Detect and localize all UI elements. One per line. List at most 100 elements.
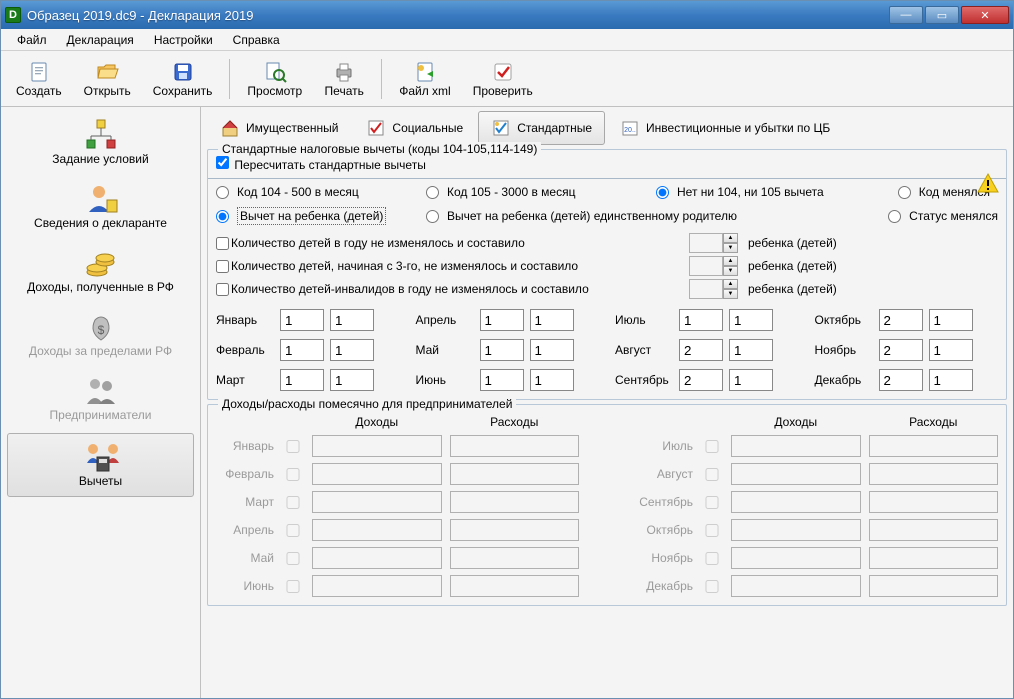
p-dec-expense[interactable]	[869, 575, 999, 597]
toolbar-check[interactable]: Проверить	[462, 57, 544, 101]
mar-v1[interactable]	[280, 369, 324, 391]
count3-checkbox[interactable]	[216, 283, 229, 296]
tab-property[interactable]: Имущественный	[207, 111, 351, 145]
p-jun-check[interactable]	[284, 580, 302, 593]
menu-file[interactable]: Файл	[7, 30, 57, 50]
count2-checkbox[interactable]	[216, 260, 229, 273]
p-may-income[interactable]	[312, 547, 442, 569]
p-dec-income[interactable]	[731, 575, 861, 597]
spin-up[interactable]: ▲	[723, 279, 738, 289]
p-feb-income[interactable]	[312, 463, 442, 485]
close-button[interactable]: ✕	[961, 6, 1009, 24]
p-dec-check[interactable]	[703, 580, 721, 593]
count1-checkbox[interactable]	[216, 237, 229, 250]
sidebar-deductions[interactable]: Вычеты	[7, 433, 194, 497]
feb-v2[interactable]	[330, 339, 374, 361]
toolbar-print[interactable]: Печать	[313, 57, 375, 101]
p-mar-expense[interactable]	[450, 491, 580, 513]
radio-code104[interactable]: Код 104 - 500 в месяц	[216, 185, 426, 199]
p-apr-expense[interactable]	[450, 519, 580, 541]
jun-v2[interactable]	[530, 369, 574, 391]
count2-value[interactable]	[689, 256, 723, 276]
sidebar-income-abroad[interactable]: $ Доходы за пределами РФ	[1, 303, 200, 367]
toolbar-open[interactable]: Открыть	[73, 57, 142, 101]
p-jul-check[interactable]	[703, 440, 721, 453]
p-jan-income[interactable]	[312, 435, 442, 457]
p-sep-check[interactable]	[703, 496, 721, 509]
p-aug-expense[interactable]	[869, 463, 999, 485]
menu-declaration[interactable]: Декларация	[57, 30, 144, 50]
menu-settings[interactable]: Настройки	[144, 30, 223, 50]
p-jan-expense[interactable]	[450, 435, 580, 457]
p-mar-check[interactable]	[284, 496, 302, 509]
p-jun-expense[interactable]	[450, 575, 580, 597]
oct-v2[interactable]	[929, 309, 973, 331]
sidebar-declarant[interactable]: Сведения о декларанте	[1, 175, 200, 239]
dec-v1[interactable]	[879, 369, 923, 391]
may-v2[interactable]	[530, 339, 574, 361]
spin-down[interactable]: ▼	[723, 266, 738, 276]
p-mar-income[interactable]	[312, 491, 442, 513]
p-apr-check[interactable]	[284, 524, 302, 537]
p-oct-income[interactable]	[731, 519, 861, 541]
spin-down[interactable]: ▼	[723, 243, 738, 253]
tab-invest[interactable]: 20.. Инвестиционные и убытки по ЦБ	[607, 111, 843, 145]
sidebar-conditions[interactable]: Задание условий	[1, 111, 200, 175]
radio-child-single[interactable]: Вычет на ребенка (детей) единственному р…	[426, 207, 868, 225]
jul-v1[interactable]	[679, 309, 723, 331]
p-jul-income[interactable]	[731, 435, 861, 457]
radio-status-changed[interactable]: Статус менялся	[868, 207, 998, 225]
jan-v2[interactable]	[330, 309, 374, 331]
radio-none[interactable]: Нет ни 104, ни 105 вычета	[656, 185, 886, 199]
p-jun-income[interactable]	[312, 575, 442, 597]
p-oct-expense[interactable]	[869, 519, 999, 541]
p-oct-check[interactable]	[703, 524, 721, 537]
tab-social[interactable]: Социальные	[353, 111, 476, 145]
p-apr-income[interactable]	[312, 519, 442, 541]
tab-standard[interactable]: Стандартные	[478, 111, 605, 145]
aug-v2[interactable]	[729, 339, 773, 361]
apr-v2[interactable]	[530, 309, 574, 331]
jan-v1[interactable]	[280, 309, 324, 331]
nov-v1[interactable]	[879, 339, 923, 361]
p-aug-income[interactable]	[731, 463, 861, 485]
recalc-checkbox[interactable]	[216, 156, 229, 169]
apr-v1[interactable]	[480, 309, 524, 331]
sidebar-income-rf[interactable]: Доходы, полученные в РФ	[1, 239, 200, 303]
sep-v2[interactable]	[729, 369, 773, 391]
count3-value[interactable]	[689, 279, 723, 299]
toolbar-xml[interactable]: Файл xml	[388, 57, 462, 101]
radio-code105[interactable]: Код 105 - 3000 в месяц	[426, 185, 656, 199]
recalc-checkbox-label[interactable]: Пересчитать стандартные вычеты	[216, 156, 426, 172]
p-nov-expense[interactable]	[869, 547, 999, 569]
dec-v2[interactable]	[929, 369, 973, 391]
toolbar-save[interactable]: Сохранить	[142, 57, 224, 101]
p-feb-expense[interactable]	[450, 463, 580, 485]
feb-v1[interactable]	[280, 339, 324, 361]
mar-v2[interactable]	[330, 369, 374, 391]
maximize-button[interactable]: ▭	[925, 6, 959, 24]
p-may-check[interactable]	[284, 552, 302, 565]
p-may-expense[interactable]	[450, 547, 580, 569]
p-aug-check[interactable]	[703, 468, 721, 481]
p-sep-expense[interactable]	[869, 491, 999, 513]
radio-child[interactable]: Вычет на ребенка (детей)	[216, 207, 426, 225]
p-nov-income[interactable]	[731, 547, 861, 569]
spin-up[interactable]: ▲	[723, 256, 738, 266]
p-feb-check[interactable]	[284, 468, 302, 481]
p-jul-expense[interactable]	[869, 435, 999, 457]
sidebar-entrepreneurs[interactable]: Предприниматели	[1, 367, 200, 431]
p-nov-check[interactable]	[703, 552, 721, 565]
spin-up[interactable]: ▲	[723, 233, 738, 243]
p-sep-income[interactable]	[731, 491, 861, 513]
sep-v1[interactable]	[679, 369, 723, 391]
count1-value[interactable]	[689, 233, 723, 253]
menu-help[interactable]: Справка	[223, 30, 290, 50]
toolbar-preview[interactable]: Просмотр	[236, 57, 313, 101]
aug-v1[interactable]	[679, 339, 723, 361]
p-jan-check[interactable]	[284, 440, 302, 453]
may-v1[interactable]	[480, 339, 524, 361]
minimize-button[interactable]: —	[889, 6, 923, 24]
toolbar-new[interactable]: Создать	[5, 57, 73, 101]
nov-v2[interactable]	[929, 339, 973, 361]
